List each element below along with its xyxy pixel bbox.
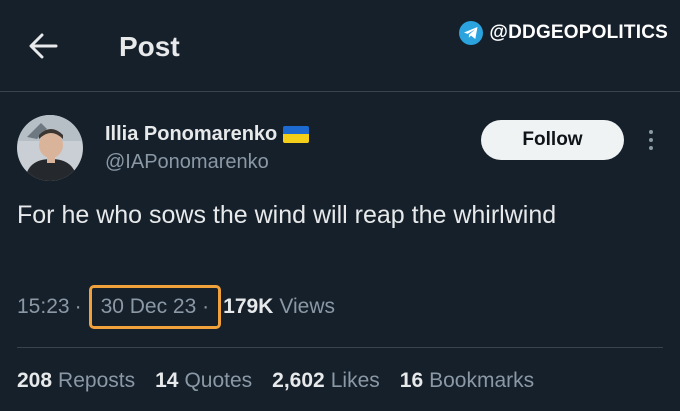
reposts-label: Reposts bbox=[58, 369, 136, 392]
bookmarks-label: Bookmarks bbox=[429, 369, 535, 392]
author-handle[interactable]: @IAPonomarenko bbox=[105, 151, 269, 174]
follow-button[interactable]: Follow bbox=[481, 120, 624, 160]
quotes-count: 14 bbox=[155, 369, 179, 392]
back-button[interactable] bbox=[26, 31, 60, 61]
arrow-left-icon bbox=[29, 33, 58, 59]
tweet-meta: 15:23 · 30 Dec 23 · 179K Views bbox=[17, 285, 335, 329]
telegram-icon bbox=[459, 21, 484, 45]
engagement-stats: 208 Reposts 14 Quotes 2,602 Likes 16 Boo… bbox=[17, 367, 554, 395]
likes-count: 2,602 bbox=[272, 369, 325, 392]
watermark: @DDGEOPOLITICS bbox=[459, 18, 668, 48]
reposts-count: 208 bbox=[17, 369, 53, 392]
likes-label: Likes bbox=[330, 369, 380, 392]
page-title: Post bbox=[119, 31, 180, 62]
views-count: 179K bbox=[223, 295, 274, 318]
quotes-label: Quotes bbox=[184, 369, 253, 392]
bookmarks-count: 16 bbox=[399, 369, 424, 392]
tweet-time[interactable]: 15:23 bbox=[17, 295, 70, 319]
quotes-stat[interactable]: 14 Quotes bbox=[155, 369, 252, 393]
tweet-date[interactable]: 30 Dec 23 bbox=[101, 295, 197, 318]
watermark-text: @DDGEOPOLITICS bbox=[489, 22, 668, 43]
separator-dot: · bbox=[202, 295, 210, 318]
ukraine-flag-icon bbox=[283, 125, 310, 143]
views-label: Views bbox=[279, 295, 335, 318]
author-display-name[interactable]: Illia Ponomarenko bbox=[105, 123, 277, 146]
divider bbox=[17, 347, 663, 348]
separator-dot: · bbox=[74, 295, 82, 318]
author-name-row: Illia Ponomarenko bbox=[105, 122, 310, 146]
avatar[interactable] bbox=[17, 115, 83, 181]
more-vertical-icon[interactable] bbox=[643, 126, 659, 154]
tweet-text: For he who sows the wind will reap the w… bbox=[17, 201, 557, 229]
likes-stat[interactable]: 2,602 Likes bbox=[272, 369, 380, 393]
reposts-stat[interactable]: 208 Reposts bbox=[17, 369, 135, 393]
tweet-date-highlighted: 30 Dec 23 · bbox=[88, 285, 222, 329]
bookmarks-stat[interactable]: 16 Bookmarks bbox=[400, 369, 534, 393]
